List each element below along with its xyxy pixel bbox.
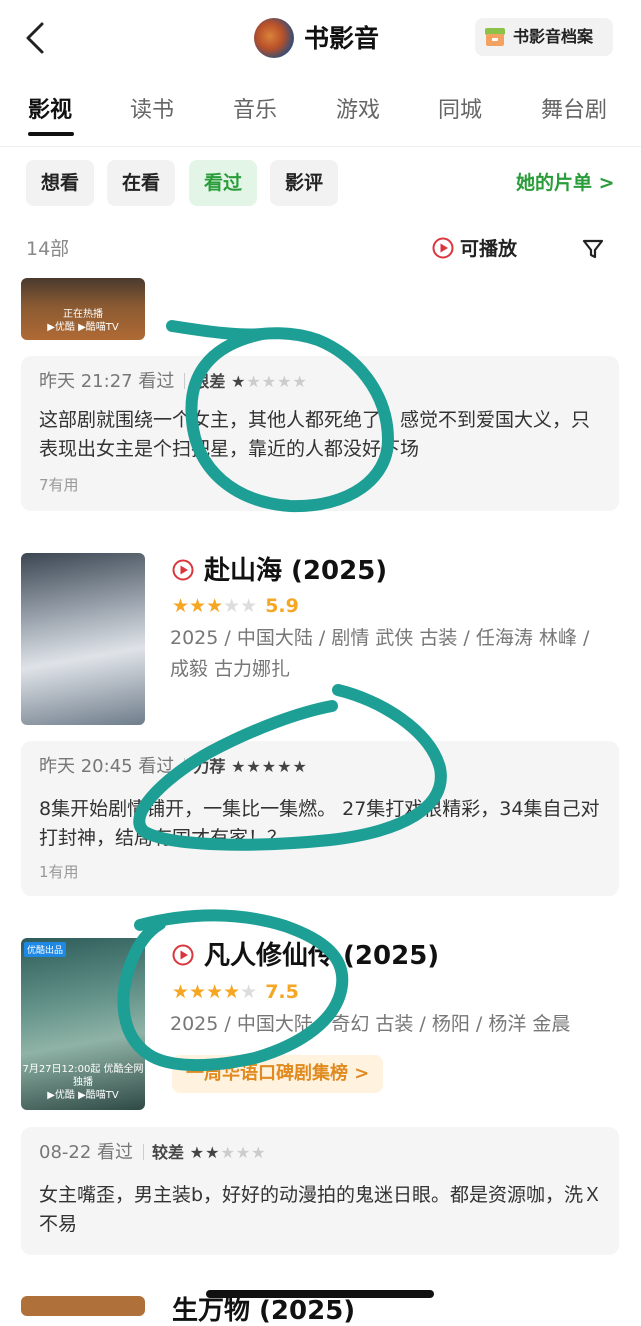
- tab-games[interactable]: 游戏: [336, 94, 380, 128]
- tab-active-indicator: [28, 132, 74, 136]
- chip-watched[interactable]: 看过: [189, 160, 257, 206]
- movie-title[interactable]: 赴山海 (2025): [172, 552, 387, 590]
- review-stars: ★★★★★: [231, 372, 308, 391]
- poster-image[interactable]: [21, 1296, 145, 1316]
- filter-funnel-icon[interactable]: [580, 236, 606, 262]
- review-rating-label: 较差: [152, 1143, 185, 1162]
- movie-description: 2025 / 中国大陆 / 剧情 武侠 古装 / 任海涛 林峰 / 成毅 古力娜…: [170, 627, 590, 680]
- play-circle-icon: [432, 237, 454, 259]
- review-card[interactable]: 昨天 20:45 看过 力荐 ★★★★★ 8集开始剧情铺开，一集比一集燃。 27集…: [21, 741, 619, 896]
- archive-button[interactable]: 书影音档案: [475, 18, 613, 56]
- review-meta: 08-22 看过 较差 ★★★★★: [39, 1139, 267, 1167]
- chip-reviews[interactable]: 影评: [270, 160, 338, 206]
- review-time: 昨天 21:27 看过: [39, 371, 175, 392]
- movie-title[interactable]: 生万物 (2025): [172, 1296, 355, 1326]
- review-text: 8集开始剧情铺开，一集比一集燃。 27集打戏很精彩，34集自己对打封神，结局有国…: [39, 798, 600, 849]
- ranking-badge[interactable]: 一周华语口碑剧集榜 >: [172, 1055, 384, 1093]
- tab-music[interactable]: 音乐: [233, 94, 277, 128]
- poster-caption: 正在热播 ▶优酷 ▶酷喵TV: [47, 309, 119, 333]
- poster-image[interactable]: [21, 553, 145, 725]
- archive-box-icon: [485, 28, 505, 46]
- review-meta: 昨天 20:45 看过 力荐 ★★★★★: [39, 753, 308, 781]
- play-circle-icon: [172, 944, 194, 966]
- movie-score: 7.5: [265, 981, 299, 1003]
- archive-button-label: 书影音档案: [513, 27, 594, 46]
- review-text: 女主嘴歪，男主装b，好好的动漫拍的鬼迷日眼。都是资源咖，洗Ｘ不易: [39, 1184, 603, 1235]
- review-text: 这部剧就围绕一个女主，其他人都死绝了。感觉不到爱国大义，只表现出女主是个扫把星，…: [39, 409, 591, 460]
- home-indicator: [206, 1290, 434, 1298]
- helpful-count[interactable]: 7有用: [39, 474, 79, 496]
- movie-rating: ★★★★★ 5.9: [172, 595, 299, 617]
- movie-description: 2025 / 中国大陆 / 奇幻 古装 / 杨阳 / 杨洋 金晨: [170, 1013, 571, 1035]
- movie-title[interactable]: 凡人修仙传 (2025): [172, 937, 439, 975]
- movie-rating: ★★★★★ 7.5: [172, 981, 299, 1003]
- poster-image[interactable]: 正在热播 ▶优酷 ▶酷喵TV: [21, 278, 145, 340]
- play-circle-icon: [172, 559, 194, 581]
- back-arrow-icon[interactable]: [18, 18, 54, 58]
- review-card[interactable]: 08-22 看过 较差 ★★★★★ 女主嘴歪，男主装b，好好的动漫拍的鬼迷日眼。都…: [21, 1127, 619, 1255]
- poster-image[interactable]: 优酷出品 7月27日12:00起 优酷全网独播 ▶优酷 ▶酷喵TV: [21, 938, 145, 1110]
- helpful-count[interactable]: 1有用: [39, 861, 79, 883]
- tab-books[interactable]: 读书: [130, 94, 174, 128]
- divider: [0, 146, 641, 147]
- poster-caption: 7月27日12:00起 优酷全网独播 ▶优酷 ▶酷喵TV: [22, 1064, 144, 1101]
- review-time: 昨天 20:45 看过: [39, 756, 175, 777]
- playable-label: 可播放: [460, 238, 518, 260]
- item-count: 14部: [26, 238, 70, 260]
- her-list-link[interactable]: 她的片单 >: [516, 168, 615, 198]
- review-card[interactable]: 昨天 21:27 看过 很差 ★★★★★ 这部剧就围绕一个女主，其他人都死绝了。感…: [21, 356, 619, 511]
- review-time: 08-22 看过: [39, 1142, 134, 1163]
- tab-local[interactable]: 同城: [438, 94, 482, 128]
- chip-watching[interactable]: 在看: [107, 160, 175, 206]
- chip-want-to-watch[interactable]: 想看: [26, 160, 94, 206]
- page-title: 书影音: [304, 24, 380, 53]
- review-rating-label: 很差: [193, 372, 226, 391]
- review-stars: ★★★★★: [231, 757, 308, 776]
- movie-score: 5.9: [265, 595, 299, 617]
- tab-movies[interactable]: 影视: [28, 94, 72, 128]
- review-meta: 昨天 21:27 看过 很差 ★★★★★: [39, 368, 308, 396]
- review-stars: ★★★★★: [189, 1143, 267, 1162]
- poster-badge: 优酷出品: [24, 942, 67, 957]
- tab-theater[interactable]: 舞台剧: [541, 94, 607, 128]
- review-rating-label: 力荐: [193, 757, 226, 776]
- avatar[interactable]: [254, 18, 294, 58]
